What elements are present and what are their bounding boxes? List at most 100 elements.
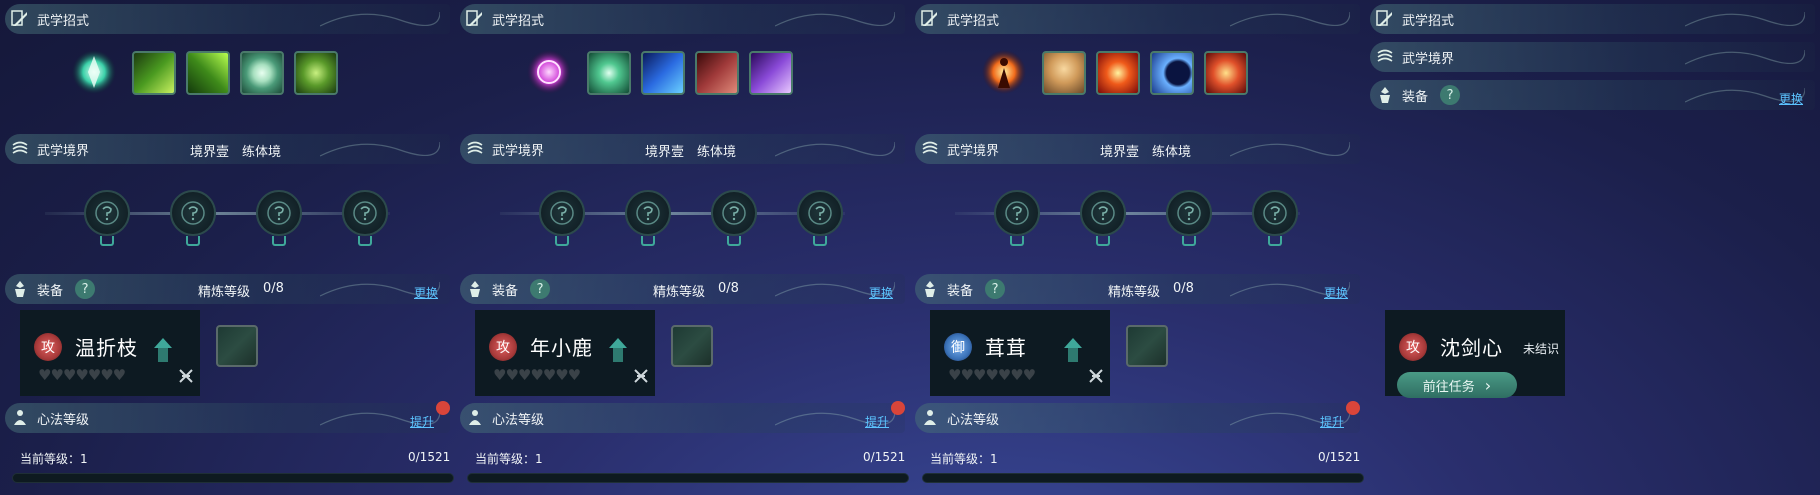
- refine-level-label: 精炼等级: [198, 285, 251, 300]
- equipment-slot[interactable]: [671, 325, 713, 367]
- green-burst-icon[interactable]: [587, 51, 631, 95]
- character-card[interactable]: 攻 年小鹿 ♥♥♥♥♥♥♥: [475, 310, 655, 396]
- realm-stage-label: 境界壹 练体境: [190, 145, 282, 160]
- realm-node-locked[interactable]: [1252, 190, 1298, 236]
- character-card-unbound[interactable]: 攻 沈剑心 未结识 前往任务 ›: [1385, 310, 1565, 398]
- help-icon[interactable]: ?: [1440, 85, 1461, 105]
- buddha-face-icon[interactable]: [1042, 51, 1086, 95]
- refine-level-value: 0/8: [263, 281, 284, 296]
- quill-scroll-icon: [9, 8, 31, 30]
- section-title: 装备: [947, 283, 974, 299]
- refine-level-value: 0/8: [1173, 281, 1194, 296]
- xinfa-section-header: 心法等级: [5, 403, 450, 433]
- current-level-label: 当前等级：1: [20, 452, 88, 466]
- crescent-moon-icon[interactable]: [1150, 51, 1194, 95]
- exp-progress-bar: [467, 473, 909, 483]
- attack-type-badge: 攻: [34, 333, 62, 361]
- help-icon[interactable]: ?: [985, 279, 1006, 299]
- hat-figure-icon: [605, 336, 631, 368]
- realm-node-locked[interactable]: [84, 190, 130, 236]
- flame-vortex-icon[interactable]: [1204, 51, 1248, 95]
- section-title: 心法等级: [37, 412, 90, 428]
- defense-type-badge: 御: [944, 333, 972, 361]
- help-icon[interactable]: ?: [75, 279, 96, 299]
- scroll-tool-icon: [632, 367, 650, 389]
- skill-icons-row: [0, 48, 455, 102]
- realm-node-base: [100, 236, 114, 246]
- scroll-tool-icon: [177, 367, 195, 389]
- realm-stage-label: 境界壹 练体境: [645, 145, 737, 160]
- realm-node-locked[interactable]: [539, 190, 585, 236]
- arrow-right-icon: ›: [1484, 375, 1492, 395]
- upgrade-link[interactable]: 提升: [865, 413, 889, 430]
- character-card[interactable]: 御 茸茸 ♥♥♥♥♥♥♥: [930, 310, 1110, 396]
- purple-sigil-icon[interactable]: [525, 48, 573, 96]
- upgrade-link[interactable]: 提升: [1320, 413, 1344, 430]
- upgrade-link[interactable]: 提升: [410, 413, 434, 430]
- section-title: 武学招式: [947, 13, 1000, 29]
- character-name: 沈剑心: [1440, 336, 1503, 360]
- realm-node-locked[interactable]: [256, 190, 302, 236]
- change-link[interactable]: 更换: [1324, 284, 1348, 301]
- section-title: 装备: [37, 283, 64, 299]
- hat-figure-icon: [150, 336, 176, 368]
- blue-wave-icon[interactable]: [641, 51, 685, 95]
- realm-node-base: [641, 236, 655, 246]
- character-panel-3: 武学招式 武学境界 境界壹 练体境 装备 ? 精炼等级 0/8 更换 御 茸茸 …: [910, 0, 1365, 495]
- red-beast-icon[interactable]: [695, 51, 739, 95]
- fire-figure-icon[interactable]: [980, 48, 1028, 96]
- notification-dot: [891, 401, 905, 415]
- character-card[interactable]: 攻 温折枝 ♥♥♥♥♥♥♥: [20, 310, 200, 396]
- xinfa-section-header: 心法等级: [460, 403, 905, 433]
- jade-ring-icon[interactable]: [240, 51, 284, 95]
- equipment-figure-icon: [919, 278, 941, 300]
- equipment-figure-icon: [9, 278, 31, 300]
- unbound-status: 未结识: [1523, 342, 1560, 356]
- skills-section-header: 武学招式: [460, 4, 905, 34]
- realm-node-locked[interactable]: [1080, 190, 1126, 236]
- green-claw-icon[interactable]: [186, 51, 230, 95]
- hat-figure-icon: [1060, 336, 1086, 368]
- meditation-figure-icon: [919, 407, 941, 429]
- change-link[interactable]: 更换: [414, 284, 438, 301]
- equip-section-header: 装备 ?: [1370, 80, 1815, 110]
- section-title: 武学招式: [1402, 13, 1455, 29]
- realm-node-locked[interactable]: [1166, 190, 1212, 236]
- leaf-slash-icon[interactable]: [132, 51, 176, 95]
- change-link[interactable]: 更换: [869, 284, 893, 301]
- realm-node-base: [1010, 236, 1024, 246]
- fire-blast-icon[interactable]: [1096, 51, 1140, 95]
- notification-dot: [436, 401, 450, 415]
- realm-node-locked[interactable]: [170, 190, 216, 236]
- goto-task-button[interactable]: 前往任务 ›: [1397, 372, 1517, 398]
- realm-node-locked[interactable]: [797, 190, 843, 236]
- equipment-slot[interactable]: [216, 325, 258, 367]
- skills-section-header: 武学招式: [5, 4, 450, 34]
- purple-spirit-icon[interactable]: [749, 51, 793, 95]
- help-icon[interactable]: ?: [530, 279, 551, 299]
- realm-node-locked[interactable]: [711, 190, 757, 236]
- character-name: 温折枝: [75, 336, 138, 360]
- section-title: 武学招式: [492, 13, 545, 29]
- equipment-slot[interactable]: [1126, 325, 1168, 367]
- exp-value: 0/1521: [863, 450, 906, 464]
- refine-level-label: 精炼等级: [653, 285, 706, 300]
- section-title: 心法等级: [947, 412, 1000, 428]
- character-panel-2: 武学招式 武学境界 境界壹 练体境 装备 ? 精炼等级 0/8 更换 攻 年小鹿…: [455, 0, 910, 495]
- green-aura-icon[interactable]: [70, 48, 118, 96]
- section-title: 武学境界: [947, 143, 1000, 159]
- taiji-icon[interactable]: [294, 51, 338, 95]
- realm-node-locked[interactable]: [994, 190, 1040, 236]
- refine-level-label: 精炼等级: [1108, 285, 1161, 300]
- realm-node-locked[interactable]: [342, 190, 388, 236]
- change-link[interactable]: 更换: [1779, 90, 1803, 107]
- equipment-figure-icon: [1374, 84, 1396, 106]
- realm-node-locked[interactable]: [625, 190, 671, 236]
- realm-stage-label: 境界壹 练体境: [1100, 145, 1192, 160]
- section-title: 武学境界: [1402, 51, 1455, 67]
- realm-node-base: [1096, 236, 1110, 246]
- realm-wave-icon: [9, 138, 31, 160]
- xinfa-section-header: 心法等级: [915, 403, 1360, 433]
- skill-icons-row: [910, 48, 1365, 102]
- attack-type-badge: 攻: [1399, 333, 1427, 361]
